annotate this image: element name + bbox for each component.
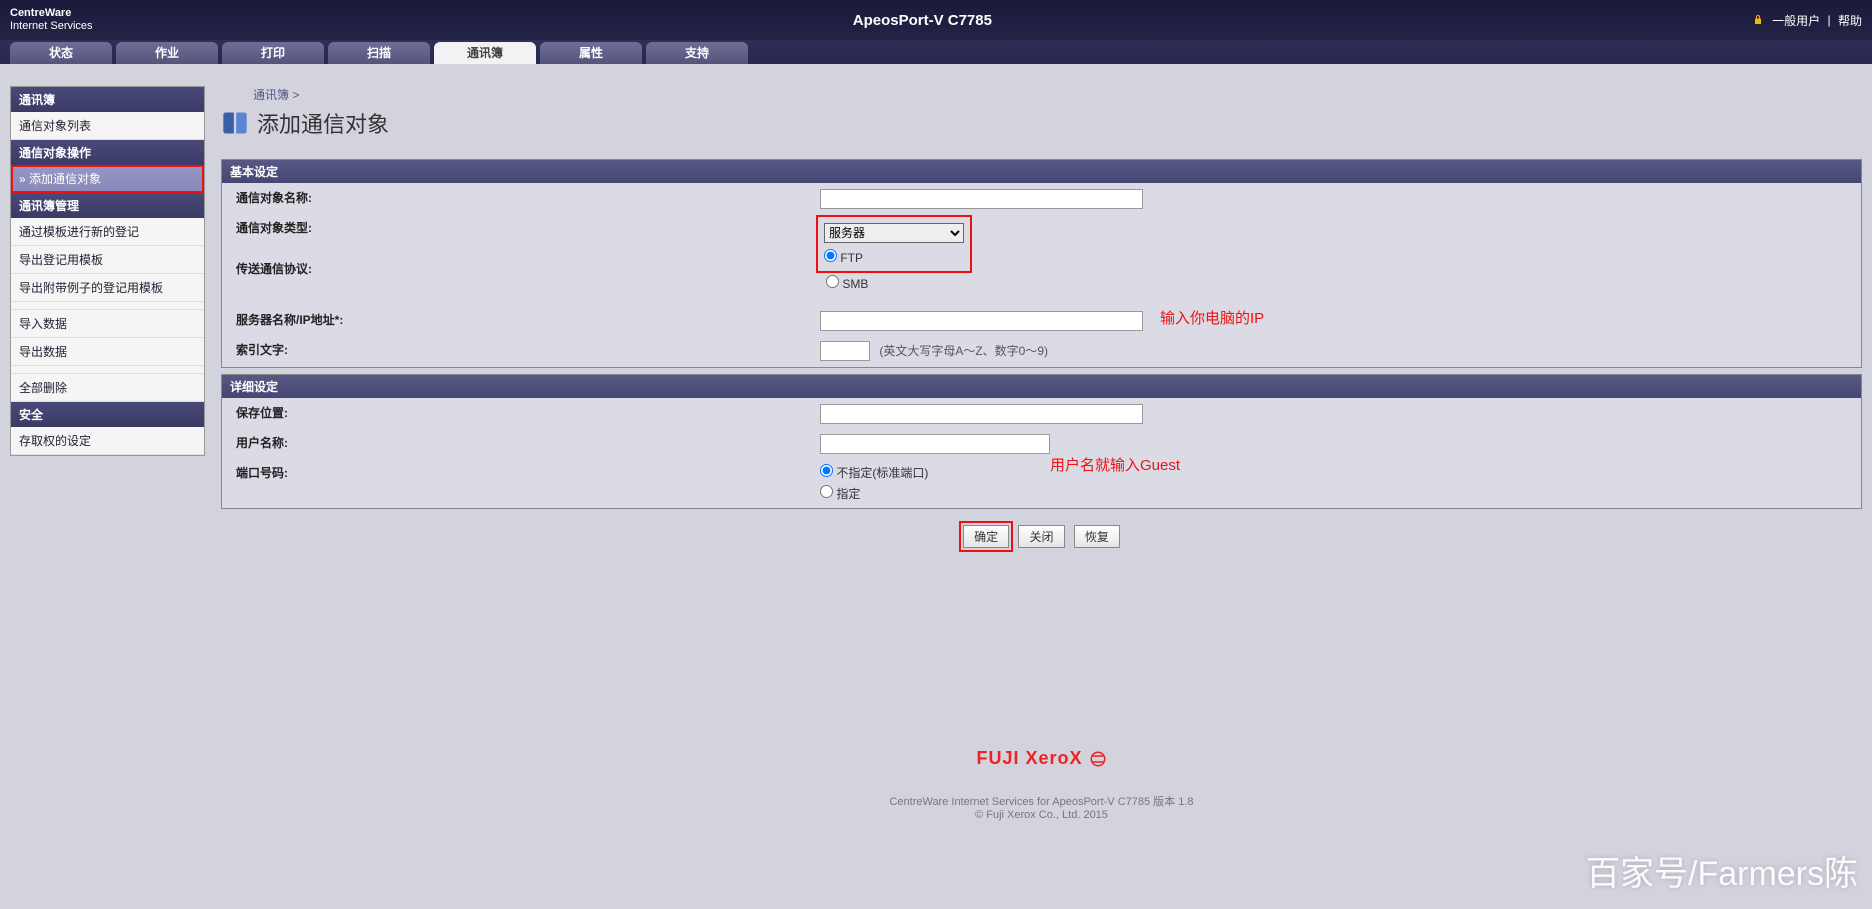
input-save-location[interactable] (820, 404, 1143, 424)
xerox-sphere-icon (1089, 750, 1107, 768)
tab-scan[interactable]: 扫描 (328, 42, 430, 64)
close-button[interactable]: 关闭 (1018, 525, 1064, 548)
side-sec-addressbook: 通讯簿 (11, 87, 204, 112)
radio-port-default[interactable] (820, 464, 833, 477)
header-right: 一般用户 | 帮助 (1752, 12, 1862, 29)
footer: FUJI XeroX CentreWare Internet Services … (221, 748, 1862, 821)
annotation-ip: 输入你电脑的IP (1160, 307, 1264, 328)
detail-panel: 详细设定 保存位置: 用户名称: 端口号码: 不指定(标准端口) (221, 374, 1862, 509)
sidebar-item-export-template[interactable]: 导出登记用模板 (11, 246, 204, 274)
label-server: 服务器名称/IP地址*: (224, 307, 812, 335)
book-icon (221, 109, 249, 137)
radio-port-specify[interactable] (820, 485, 833, 498)
brand-top: CentreWare (10, 7, 93, 20)
side-sec-security: 安全 (11, 402, 204, 427)
tab-print[interactable]: 打印 (222, 42, 324, 64)
basic-panel-title: 基本设定 (222, 160, 1861, 183)
fuji-xerox-logo: FUJI XeroX (221, 748, 1862, 769)
brand-bottom: Internet Services (10, 20, 93, 33)
model-name: ApeosPort-V C7785 (93, 12, 1753, 29)
label-username: 用户名称: (224, 430, 812, 458)
radio-ftp[interactable] (824, 249, 837, 262)
label-port: 端口号码: (224, 460, 812, 506)
label-contact-type: 通信对象类型: (224, 215, 812, 254)
sidebar-item-access[interactable]: 存取权的设定 (11, 427, 204, 455)
input-username[interactable] (820, 434, 1050, 454)
input-server-ip[interactable] (820, 311, 1143, 331)
tab-addressbook[interactable]: 通讯簿 (434, 42, 536, 64)
sidebar-item-template-new[interactable]: 通过模板进行新的登记 (11, 218, 204, 246)
sidebar-item-add-contact[interactable]: » 添加通信对象 (11, 165, 204, 193)
page-title: 添加通信对象 (257, 107, 389, 139)
input-index[interactable] (820, 341, 870, 361)
radio-ftp-row[interactable]: FTP (824, 249, 964, 265)
side-sec-operations: 通信对象操作 (11, 140, 204, 165)
side-sec-manage: 通讯簿管理 (11, 193, 204, 218)
input-contact-name[interactable] (820, 189, 1143, 209)
header-bar: CentreWare Internet Services ApeosPort-V… (0, 0, 1872, 40)
label-contact-name: 通信对象名称: (224, 185, 812, 213)
watermark: 百家号/Farmers陈 (1586, 846, 1858, 895)
detail-panel-title: 详细设定 (222, 375, 1861, 398)
tab-bar: 状态 作业 打印 扫描 通讯簿 属性 支持 (0, 40, 1872, 64)
breadcrumb[interactable]: 通讯簿 > (221, 86, 1862, 103)
sidebar-item-delete-all[interactable]: 全部删除 (11, 374, 204, 402)
select-contact-type[interactable]: 服务器 (824, 223, 964, 243)
footer-line2: © Fuji Xerox Co., Ltd. 2015 (221, 809, 1862, 821)
hint-index: (英文大写字母A～Z、数字0～9) (879, 344, 1048, 358)
sidebar-item-export-template-sample[interactable]: 导出附带例子的登记用模板 (11, 274, 204, 302)
radio-smb-row[interactable]: SMB (826, 275, 1853, 291)
radio-smb[interactable] (826, 275, 839, 288)
button-row: 确定 关闭 恢复 (221, 525, 1862, 548)
tab-jobs[interactable]: 作业 (116, 42, 218, 64)
help-link[interactable]: 帮助 (1838, 12, 1862, 29)
user-link[interactable]: 一般用户 (1772, 12, 1820, 29)
tab-support[interactable]: 支持 (646, 42, 748, 64)
annotation-user: 用户名就输入Guest (1050, 454, 1180, 475)
lock-icon (1752, 14, 1764, 26)
tab-properties[interactable]: 属性 (540, 42, 642, 64)
label-index: 索引文字: (224, 337, 812, 365)
highlight-type-proto: 服务器 FTP (820, 219, 968, 269)
sidebar-spacer (11, 302, 204, 310)
label-protocol: 传送通信协议: (224, 256, 812, 295)
radio-port-specify-row[interactable]: 指定 (820, 485, 1853, 502)
sidebar-item-contact-list[interactable]: 通信对象列表 (11, 112, 204, 140)
radio-port-default-row[interactable]: 不指定(标准端口) (820, 464, 1853, 481)
sidebar-spacer (11, 366, 204, 374)
label-save-location: 保存位置: (224, 400, 812, 428)
tab-status[interactable]: 状态 (10, 42, 112, 64)
brand: CentreWare Internet Services (10, 7, 93, 33)
sidebar-item-export[interactable]: 导出数据 (11, 338, 204, 366)
sidebar: 通讯簿 通信对象列表 通信对象操作 » 添加通信对象 通讯簿管理 通过模板进行新… (10, 86, 205, 456)
restore-button[interactable]: 恢复 (1074, 525, 1120, 548)
sidebar-item-import[interactable]: 导入数据 (11, 310, 204, 338)
ok-button[interactable]: 确定 (963, 525, 1009, 548)
content: 通讯簿 > 添加通信对象 基本设定 通信对象名称: 通信对象类型: 服务器 (221, 86, 1862, 821)
basic-panel: 基本设定 通信对象名称: 通信对象类型: 服务器 FTP (221, 159, 1862, 368)
footer-line1: CentreWare Internet Services for ApeosPo… (221, 793, 1862, 809)
